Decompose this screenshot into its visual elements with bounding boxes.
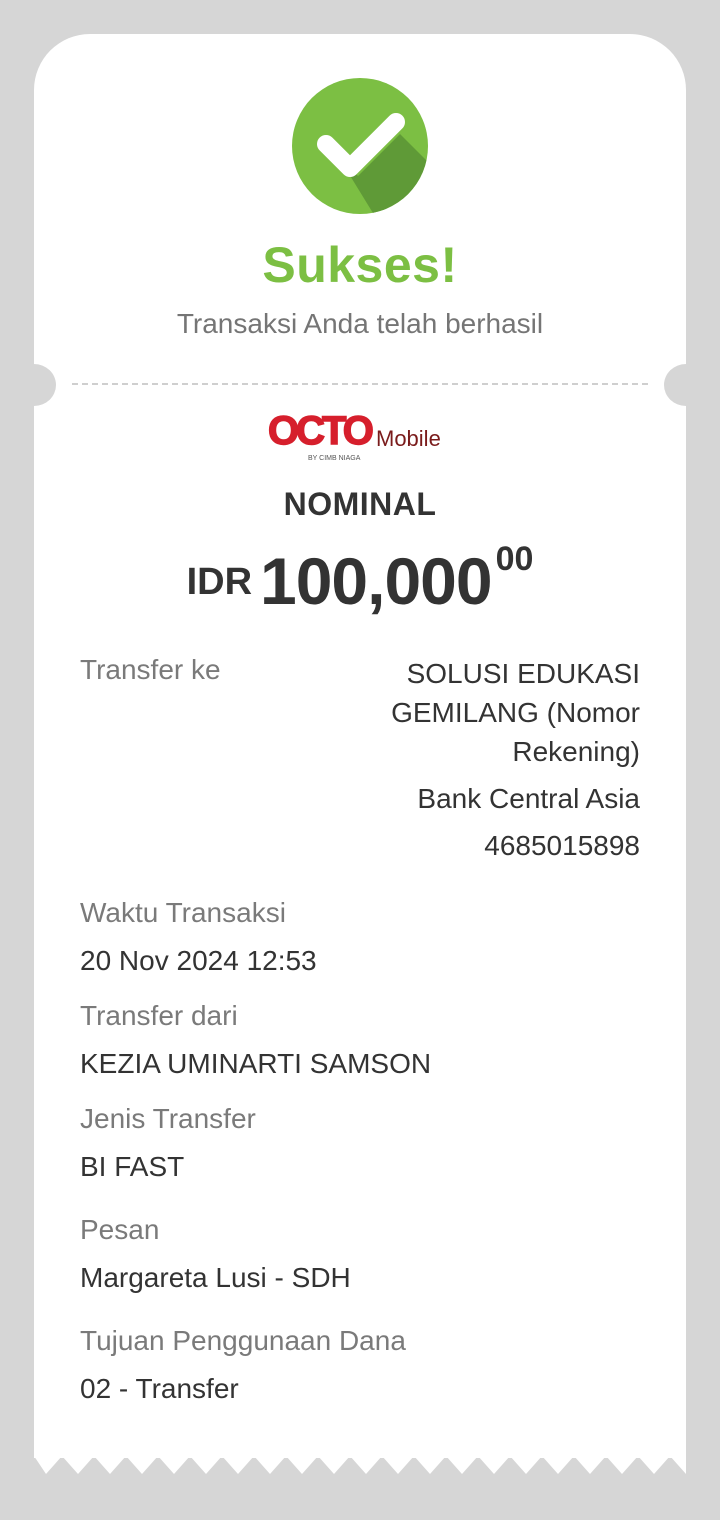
fund-purpose-value: 02 - Transfer bbox=[80, 1373, 239, 1404]
success-check-icon bbox=[292, 78, 428, 214]
amount-display: IDR 100,000 00 bbox=[0, 540, 720, 619]
receipt-torn-edge bbox=[34, 1456, 686, 1474]
octo-mobile-logo: OCTO Mobile BY CIMB NIAGA bbox=[266, 408, 462, 466]
logo-brand: OCTO bbox=[268, 409, 373, 453]
dashed-divider bbox=[72, 383, 648, 385]
amount-currency: IDR bbox=[186, 561, 253, 603]
status-subtitle: Transaksi Anda telah berhasil bbox=[176, 308, 544, 339]
ticket-notch-left bbox=[12, 364, 56, 406]
logo-byline: BY CIMB NIAGA bbox=[308, 455, 361, 462]
transfer-to-details: SOLUSI EDUKASI GEMILANG (Nomor Rekening)… bbox=[340, 654, 640, 865]
status-title: Sukses! bbox=[262, 237, 458, 293]
transfer-from-label: Transfer dari bbox=[80, 1000, 238, 1031]
message-label: Pesan bbox=[80, 1214, 160, 1245]
recipient-bank: Bank Central Asia bbox=[417, 783, 640, 814]
transaction-time-label: Waktu Transaksi bbox=[80, 897, 286, 928]
amount-decimals: 00 bbox=[495, 540, 534, 578]
transfer-from-value: KEZIA UMINARTI SAMSON bbox=[80, 1048, 432, 1079]
transfer-to-label: Transfer ke bbox=[80, 654, 221, 685]
recipient-name-line1: SOLUSI EDUKASI bbox=[406, 658, 640, 689]
transfer-type-label: Jenis Transfer bbox=[80, 1103, 256, 1134]
nominal-label: NOMINAL bbox=[283, 486, 437, 522]
recipient-name-line2: GEMILANG (Nomor bbox=[391, 697, 640, 728]
transaction-time-value: 20 Nov 2024 12:53 bbox=[80, 945, 317, 976]
recipient-account: 4685015898 bbox=[484, 830, 640, 861]
recipient-name-line3: Rekening) bbox=[512, 736, 640, 767]
logo-product: Mobile bbox=[376, 426, 441, 451]
fund-purpose-label: Tujuan Penggunaan Dana bbox=[80, 1325, 406, 1356]
message-value: Margareta Lusi - SDH bbox=[80, 1262, 351, 1293]
ticket-notch-right bbox=[664, 364, 708, 406]
amount-value: 100,000 bbox=[260, 544, 493, 618]
transfer-type-value: BI FAST bbox=[80, 1151, 185, 1182]
